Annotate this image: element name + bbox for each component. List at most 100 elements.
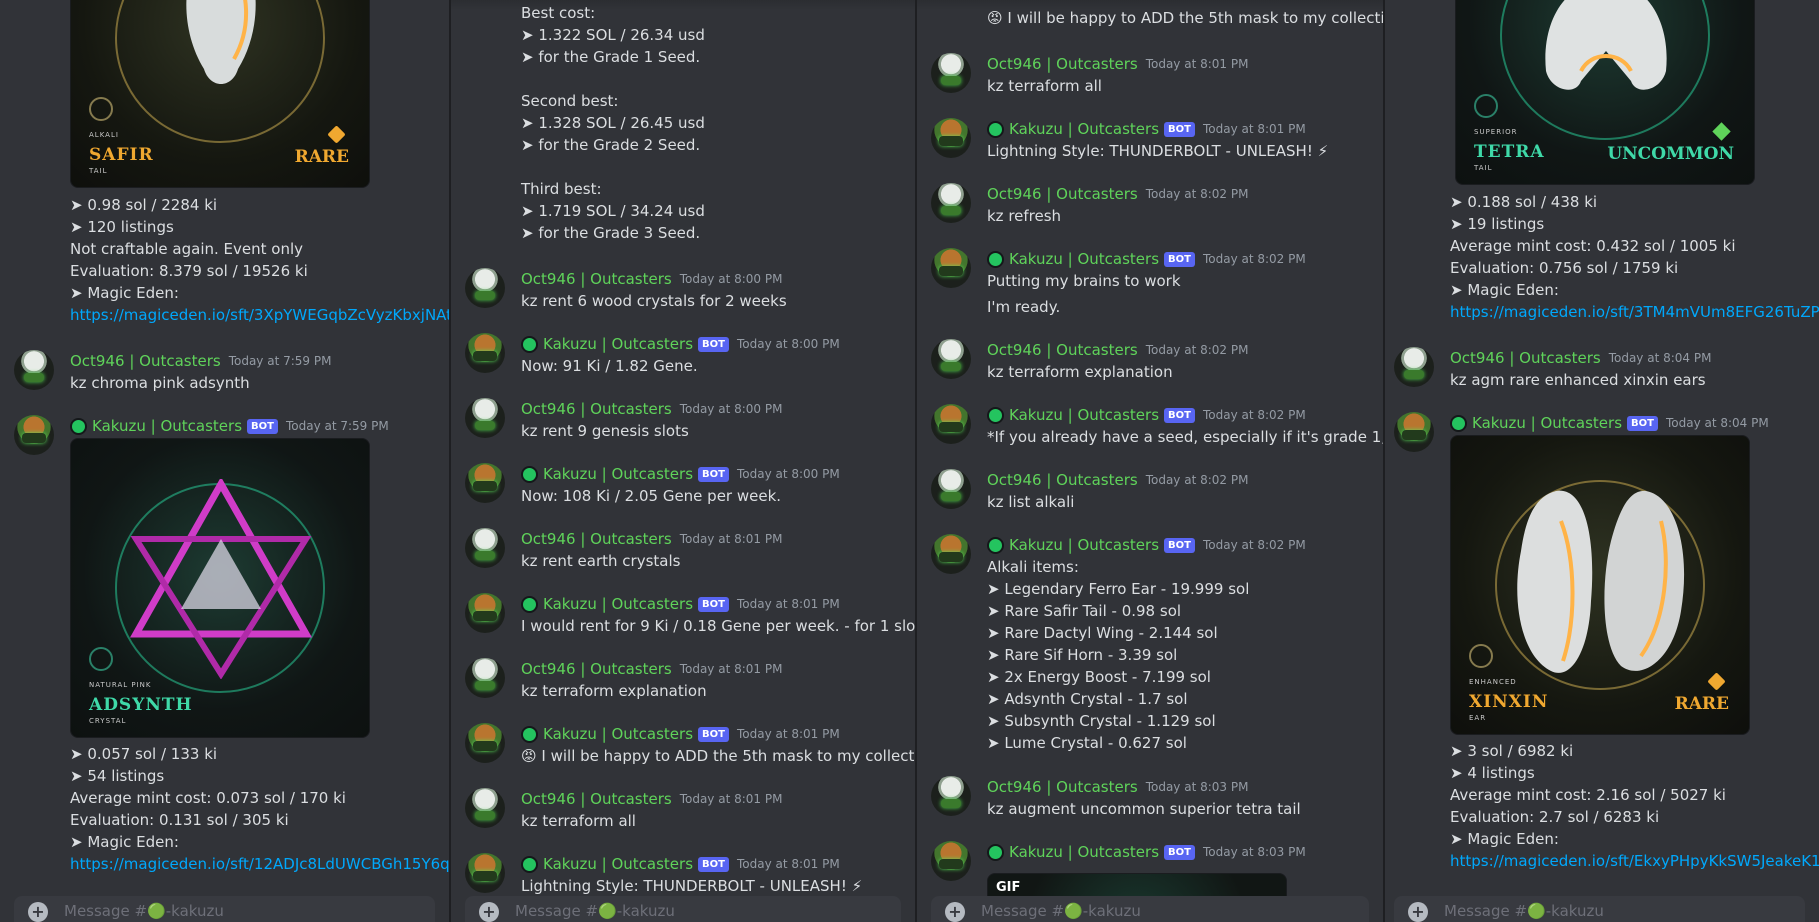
avatar[interactable] — [465, 723, 505, 763]
avatar[interactable] — [465, 398, 505, 438]
avatar[interactable] — [931, 339, 971, 379]
card-subtitle: ENHANCED — [1469, 678, 1517, 686]
message-text: kz list alkali — [987, 493, 1075, 511]
avatar[interactable] — [931, 183, 971, 223]
message-input[interactable]: + Message #🟢-kakuzu — [931, 896, 1369, 922]
add-attachment-icon[interactable]: + — [28, 902, 48, 922]
timestamp: Today at 8:01 PM — [679, 532, 783, 546]
message-text: kz terraform explanation — [521, 682, 707, 700]
avatar[interactable] — [931, 534, 971, 574]
status-circle-icon — [987, 843, 1004, 861]
avatar[interactable] — [1394, 412, 1434, 452]
timestamp: Today at 7:59 PM — [285, 419, 389, 433]
add-attachment-icon[interactable]: + — [945, 902, 965, 922]
nft-card-adsynth[interactable]: NATURAL PINK ADSYNTH CRYSTAL — [70, 438, 370, 738]
username[interactable]: Oct946 | Outcasters — [987, 778, 1138, 796]
message-text: *If you already have a seed, especially … — [987, 428, 1383, 446]
avatar[interactable] — [465, 268, 505, 308]
username[interactable]: Oct946 | Outcasters — [521, 270, 672, 288]
username[interactable]: Oct946 | Outcasters — [1450, 349, 1601, 367]
avatar[interactable] — [931, 248, 971, 288]
nft-card-tetra[interactable]: SUPERIOR TETRA TAIL UNCOMMON — [1455, 0, 1755, 185]
avatar[interactable] — [465, 658, 505, 698]
chat-panel-1: ALKALI SAFIR TAIL RARE ➤ 0.98 sol / 2284… — [0, 0, 449, 922]
avatar[interactable] — [14, 350, 54, 390]
username[interactable]: Kakuzu | Outcasters — [1009, 406, 1159, 424]
avatar[interactable] — [1394, 347, 1434, 387]
username[interactable]: Kakuzu | Outcasters — [543, 855, 693, 873]
add-attachment-icon[interactable]: + — [479, 902, 499, 922]
avatar[interactable] — [465, 528, 505, 568]
username[interactable]: Oct946 | Outcasters — [521, 790, 672, 808]
username[interactable]: Oct946 | Outcasters — [987, 185, 1138, 203]
timestamp: Today at 8:03 PM — [1202, 845, 1306, 859]
username[interactable]: Oct946 | Outcasters — [521, 530, 672, 548]
nft-card-xinxin[interactable]: ENHANCED XINXIN EAR RARE — [1450, 435, 1750, 735]
username[interactable]: Kakuzu | Outcasters — [1472, 414, 1622, 432]
username[interactable]: Kakuzu | Outcasters — [543, 725, 693, 743]
timestamp: Today at 8:02 PM — [1145, 473, 1249, 487]
username[interactable]: Kakuzu | Outcasters — [1009, 536, 1159, 554]
message-line: Evaluation: 2.7 sol / 6283 ki — [1450, 808, 1660, 826]
username[interactable]: Kakuzu | Outcasters — [1009, 250, 1159, 268]
avatar[interactable] — [465, 593, 505, 633]
username[interactable]: Kakuzu | Outcasters — [1009, 120, 1159, 138]
timestamp: Today at 8:01 PM — [679, 792, 783, 806]
message-line: ➤ 0.057 sol / 133 ki — [70, 745, 218, 763]
username[interactable]: Oct946 | Outcasters — [521, 400, 672, 418]
avatar[interactable] — [465, 853, 505, 893]
nft-card-safir[interactable]: ALKALI SAFIR TAIL RARE — [70, 0, 370, 188]
username[interactable]: Oct946 | Outcasters — [987, 471, 1138, 489]
username[interactable]: Oct946 | Outcasters — [987, 55, 1138, 73]
avatar[interactable] — [931, 118, 971, 158]
message-input[interactable]: + Message #🟢-kakuzu — [1394, 896, 1805, 922]
avatar[interactable] — [931, 841, 971, 881]
tetra-tail-image — [1545, 0, 1667, 90]
add-attachment-icon[interactable]: + — [1408, 902, 1428, 922]
avatar[interactable] — [465, 463, 505, 503]
magic-eden-link[interactable]: https://magiceden.io/sft/12ADJc8LdUWCBGh… — [70, 853, 449, 875]
message-item: Kakuzu | Outcasters BOT Today at 8:01 PM 😡… — [451, 723, 915, 793]
message-line: Evaluation: 0.131 sol / 305 ki — [70, 811, 289, 829]
avatar[interactable] — [931, 776, 971, 816]
message-item: Oct946 | Outcasters Today at 8:01 PM kz t… — [451, 788, 915, 858]
username[interactable]: Kakuzu | Outcasters — [1009, 843, 1159, 861]
avatar[interactable] — [931, 404, 971, 444]
message-input-placeholder: Message #🟢-kakuzu — [981, 902, 1141, 920]
card-rarity: UNCOMMON — [1607, 144, 1734, 164]
avatar[interactable] — [14, 415, 54, 455]
status-circle-icon — [987, 120, 1004, 138]
status-circle-icon — [521, 855, 538, 873]
username[interactable]: Kakuzu | Outcasters — [92, 417, 242, 435]
timestamp: Today at 8:00 PM — [736, 337, 840, 351]
message-line: ➤ 3 sol / 6982 ki — [1450, 742, 1574, 760]
message-line: ➤ for the Grade 1 Seed. — [521, 48, 701, 66]
card-logo-icon — [89, 647, 113, 671]
message-input-placeholder: Message #🟢-kakuzu — [1444, 902, 1604, 920]
magic-eden-link[interactable]: https://magiceden.io/sft/EkxyPHpyKkSW5Je… — [1450, 850, 1819, 872]
magic-eden-link[interactable]: https://magiceden.io/sft/3XpYWEGqbZcVyzK… — [70, 304, 449, 326]
avatar[interactable] — [931, 469, 971, 509]
status-circle-icon — [987, 536, 1004, 554]
username[interactable]: Kakuzu | Outcasters — [543, 335, 693, 353]
username[interactable]: Oct946 | Outcasters — [70, 352, 221, 370]
magic-eden-link[interactable]: https://magiceden.io/sft/3TM4mVUm8EFG26T… — [1450, 301, 1819, 323]
card-type: TAIL — [1474, 164, 1493, 172]
username[interactable]: Kakuzu | Outcasters — [543, 465, 693, 483]
timestamp: Today at 8:01 PM — [679, 662, 783, 676]
message-item: Kakuzu | Outcasters BOT Today at 8:02 PM A… — [917, 534, 1383, 754]
message-input[interactable]: + Message #🟢-kakuzu — [465, 896, 901, 922]
avatar[interactable] — [931, 53, 971, 93]
message-line: ➤ Subsynth Crystal - 1.129 sol — [987, 712, 1216, 730]
username[interactable]: Oct946 | Outcasters — [521, 660, 672, 678]
username[interactable]: Oct946 | Outcasters — [987, 341, 1138, 359]
card-type: CRYSTAL — [89, 717, 127, 725]
avatar[interactable] — [465, 333, 505, 373]
avatar[interactable] — [465, 788, 505, 828]
adsynth-crystal-image — [129, 479, 313, 679]
username[interactable]: Kakuzu | Outcasters — [543, 595, 693, 613]
bot-badge: BOT — [1164, 844, 1195, 860]
message-line: Average mint cost: 0.073 sol / 170 ki — [70, 789, 346, 807]
message-input[interactable]: + Message #🟢-kakuzu — [14, 896, 435, 922]
message-line: ➤ Adsynth Crystal - 1.7 sol — [987, 690, 1188, 708]
